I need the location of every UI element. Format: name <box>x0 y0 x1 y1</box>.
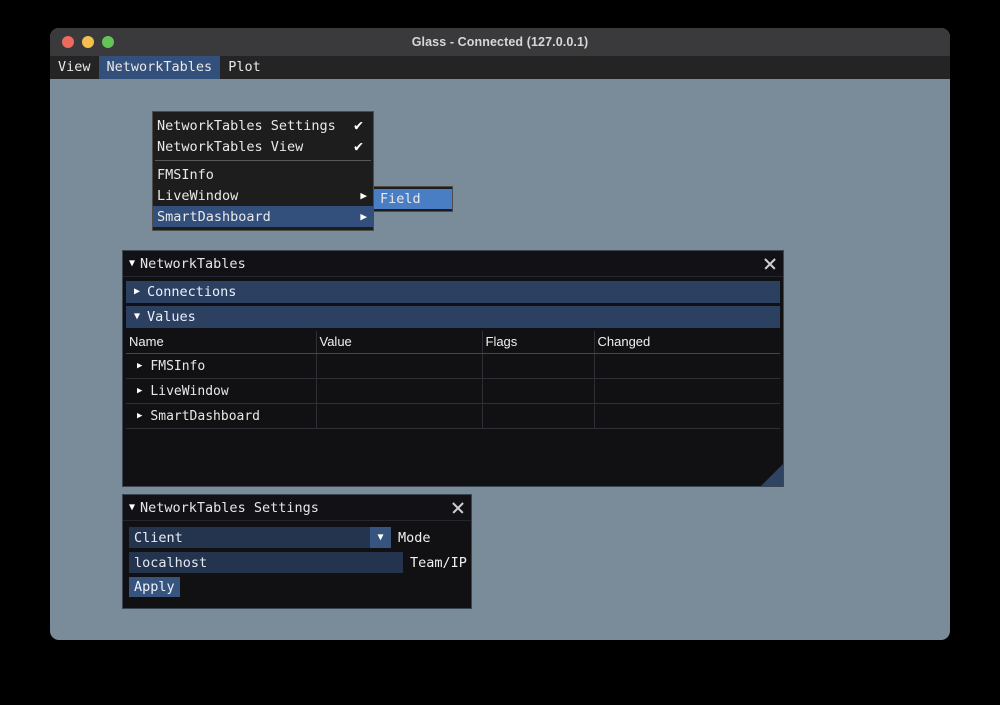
section-header-connections[interactable]: ▶ Connections <box>126 281 780 303</box>
panel-title-label: NetworkTables Settings <box>140 500 449 516</box>
traffic-light-buttons <box>50 36 114 48</box>
team-ip-label: Team/IP <box>410 555 467 571</box>
menu-item-livewindow[interactable]: LiveWindow ▶ <box>153 185 373 206</box>
menu-view[interactable]: View <box>50 56 99 79</box>
check-icon: ✔ <box>354 118 367 133</box>
cell-value <box>316 354 482 379</box>
menu-item-label: NetworkTables Settings <box>157 118 354 134</box>
networktables-values-table: Name Value Flags Changed ▶ FMSInfo <box>126 331 780 429</box>
chevron-right-icon[interactable]: ▶ <box>137 412 142 421</box>
chevron-down-icon[interactable]: ▼ <box>370 527 391 548</box>
mode-selected-value: Client <box>134 530 183 546</box>
section-label: Values <box>147 309 196 325</box>
team-ip-input[interactable]: localhost <box>129 552 403 573</box>
menu-item-label: SmartDashboard <box>157 209 360 225</box>
mode-row: Client ▼ Mode <box>129 527 466 548</box>
row-label: LiveWindow <box>150 384 228 399</box>
chevron-right-icon: ▶ <box>360 211 367 222</box>
cell-name[interactable]: ▶ FMSInfo <box>126 354 316 379</box>
chevron-right-icon: ▶ <box>360 190 367 201</box>
menu-item-networktables-settings[interactable]: NetworkTables Settings ✔ <box>153 115 373 136</box>
apply-row: Apply <box>129 577 466 597</box>
mode-select[interactable]: Client ▼ <box>129 527 391 548</box>
menu-item-label: FMSInfo <box>157 167 367 183</box>
table-row[interactable]: ▶ SmartDashboard <box>126 404 780 429</box>
column-header-flags[interactable]: Flags <box>482 331 594 354</box>
cell-name[interactable]: ▶ LiveWindow <box>126 379 316 404</box>
panel-title-label: NetworkTables <box>140 256 761 272</box>
menu-item-label: NetworkTables View <box>157 139 354 155</box>
menu-bar: View NetworkTables Plot <box>50 56 950 79</box>
menu-item-label: LiveWindow <box>157 188 360 204</box>
panel-resize-grip[interactable] <box>761 464 783 486</box>
row-label: FMSInfo <box>150 359 205 374</box>
menu-item-networktables-view[interactable]: NetworkTables View ✔ <box>153 136 373 157</box>
chevron-right-icon: ▶ <box>134 287 140 297</box>
cell-changed <box>594 404 780 429</box>
menu-item-smartdashboard[interactable]: SmartDashboard ▶ <box>153 206 373 227</box>
networktables-panel: ▼ NetworkTables ▶ Connections ▼ Values <box>122 250 784 487</box>
screen: Glass - Connected (127.0.0.1) View Netwo… <box>0 0 1000 705</box>
smartdashboard-submenu: Field <box>373 186 453 212</box>
networktables-panel-titlebar: ▼ NetworkTables <box>123 251 783 277</box>
close-icon[interactable] <box>761 255 779 273</box>
cell-flags <box>482 379 594 404</box>
table-row[interactable]: ▶ LiveWindow <box>126 379 780 404</box>
column-header-name[interactable]: Name <box>126 331 316 354</box>
cell-flags <box>482 404 594 429</box>
application-window: Glass - Connected (127.0.0.1) View Netwo… <box>50 28 950 640</box>
maximize-window-button[interactable] <box>102 36 114 48</box>
cell-name[interactable]: ▶ SmartDashboard <box>126 404 316 429</box>
submenu-item-field[interactable]: Field <box>374 189 452 209</box>
check-icon: ✔ <box>354 139 367 154</box>
cell-value <box>316 379 482 404</box>
chevron-right-icon[interactable]: ▶ <box>137 387 142 396</box>
team-ip-value: localhost <box>134 555 207 571</box>
window-title: Glass - Connected (127.0.0.1) <box>50 35 950 49</box>
cell-value <box>316 404 482 429</box>
menu-plot[interactable]: Plot <box>220 56 269 79</box>
section-header-values[interactable]: ▼ Values <box>126 306 780 328</box>
column-header-value[interactable]: Value <box>316 331 482 354</box>
cell-flags <box>482 354 594 379</box>
minimize-window-button[interactable] <box>82 36 94 48</box>
row-label: SmartDashboard <box>150 409 260 424</box>
cell-changed <box>594 354 780 379</box>
networktables-panel-body: ▶ Connections ▼ Values <box>123 277 783 429</box>
collapse-triangle-icon[interactable]: ▼ <box>129 503 135 513</box>
networktables-settings-panel: ▼ NetworkTables Settings Client ▼ Mode l… <box>122 494 472 609</box>
menu-networktables[interactable]: NetworkTables <box>99 56 221 79</box>
collapse-triangle-icon[interactable]: ▼ <box>129 259 135 269</box>
chevron-down-icon: ▼ <box>134 312 140 322</box>
mode-label: Mode <box>398 530 431 546</box>
menu-item-fmsinfo[interactable]: FMSInfo <box>153 164 373 185</box>
apply-button[interactable]: Apply <box>129 577 180 597</box>
close-window-button[interactable] <box>62 36 74 48</box>
networktables-dropdown-menu: NetworkTables Settings ✔ NetworkTables V… <box>152 111 374 231</box>
team-ip-row: localhost Team/IP <box>129 552 466 573</box>
column-header-changed[interactable]: Changed <box>594 331 780 354</box>
chevron-right-icon[interactable]: ▶ <box>137 362 142 371</box>
settings-panel-body: Client ▼ Mode localhost Team/IP Apply <box>123 521 471 606</box>
table-row[interactable]: ▶ FMSInfo <box>126 354 780 379</box>
settings-panel-titlebar: ▼ NetworkTables Settings <box>123 495 471 521</box>
menu-separator <box>155 160 371 161</box>
cell-changed <box>594 379 780 404</box>
table-header-row: Name Value Flags Changed <box>126 331 780 354</box>
close-icon[interactable] <box>449 499 467 517</box>
section-label: Connections <box>147 284 236 300</box>
window-titlebar: Glass - Connected (127.0.0.1) <box>50 28 950 56</box>
